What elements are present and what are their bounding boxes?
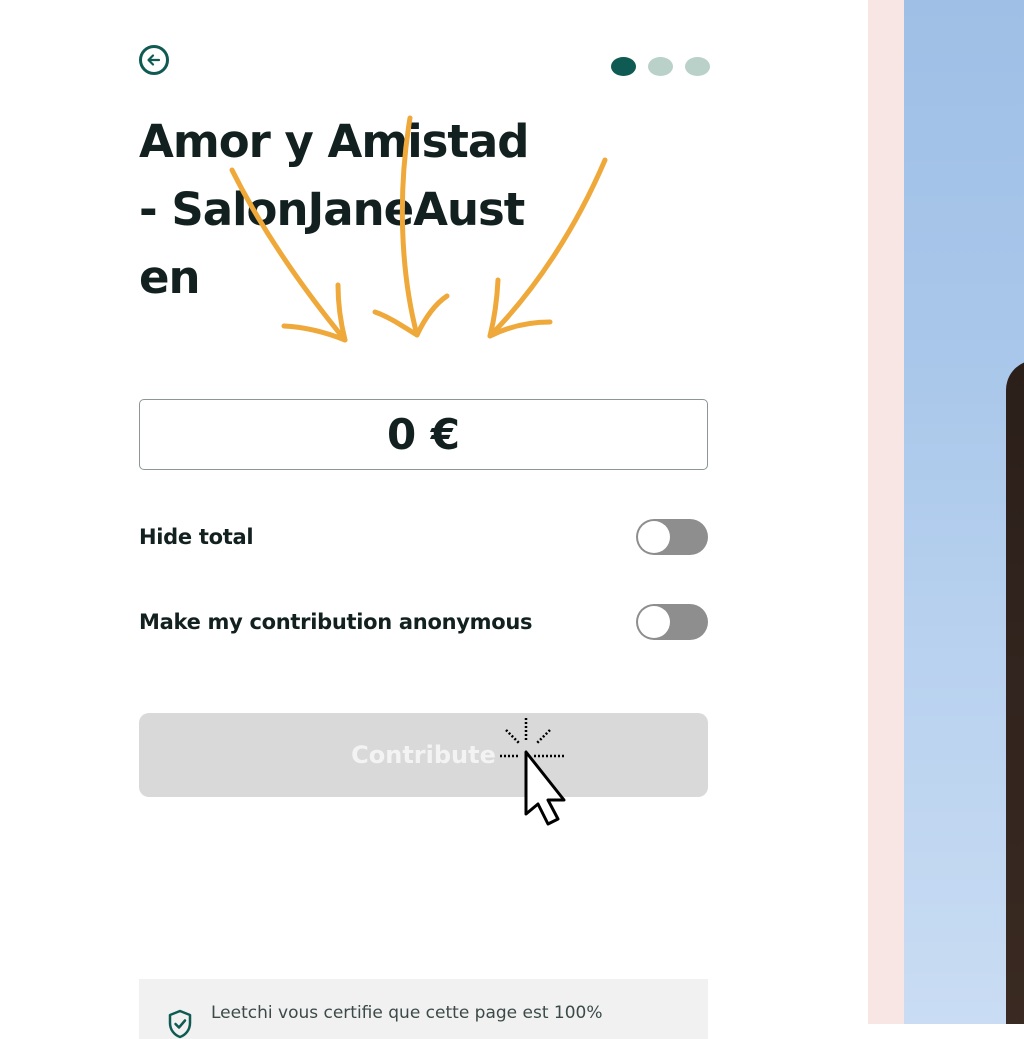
anonymous-toggle[interactable] bbox=[636, 604, 708, 640]
page-title: Amor y Amistad - SalonJaneAusten bbox=[139, 115, 530, 304]
notice-text: Leetchi vous certifie que cette page est… bbox=[211, 1003, 603, 1023]
cover-photo bbox=[904, 0, 1024, 1024]
arrow-left-icon bbox=[147, 54, 161, 66]
hide-total-toggle[interactable] bbox=[636, 519, 708, 555]
amount-input[interactable]: 0 € bbox=[139, 399, 708, 470]
step-dot-active bbox=[611, 57, 636, 76]
hide-total-row: Hide total bbox=[139, 518, 708, 556]
toggle-knob bbox=[638, 521, 670, 553]
decorative-strip bbox=[868, 0, 904, 1024]
anonymous-label: Make my contribution anonymous bbox=[139, 610, 533, 634]
photo-subject bbox=[1006, 360, 1024, 1024]
certification-notice: Leetchi vous certifie que cette page est… bbox=[139, 979, 708, 1039]
shield-icon bbox=[168, 1009, 192, 1039]
contribute-label: Contribute bbox=[351, 741, 496, 769]
anonymous-row: Make my contribution anonymous bbox=[139, 603, 708, 641]
amount-value: 0 € bbox=[386, 410, 461, 459]
step-dot bbox=[648, 57, 673, 76]
contribute-button[interactable]: Contribute bbox=[139, 713, 708, 797]
hide-total-label: Hide total bbox=[139, 525, 254, 549]
contribution-panel: Amor y Amistad - SalonJaneAusten 0 € Hid… bbox=[0, 0, 868, 1039]
step-indicator bbox=[611, 57, 710, 76]
step-dot bbox=[685, 57, 710, 76]
toggle-knob bbox=[638, 606, 670, 638]
back-button[interactable] bbox=[139, 45, 169, 75]
